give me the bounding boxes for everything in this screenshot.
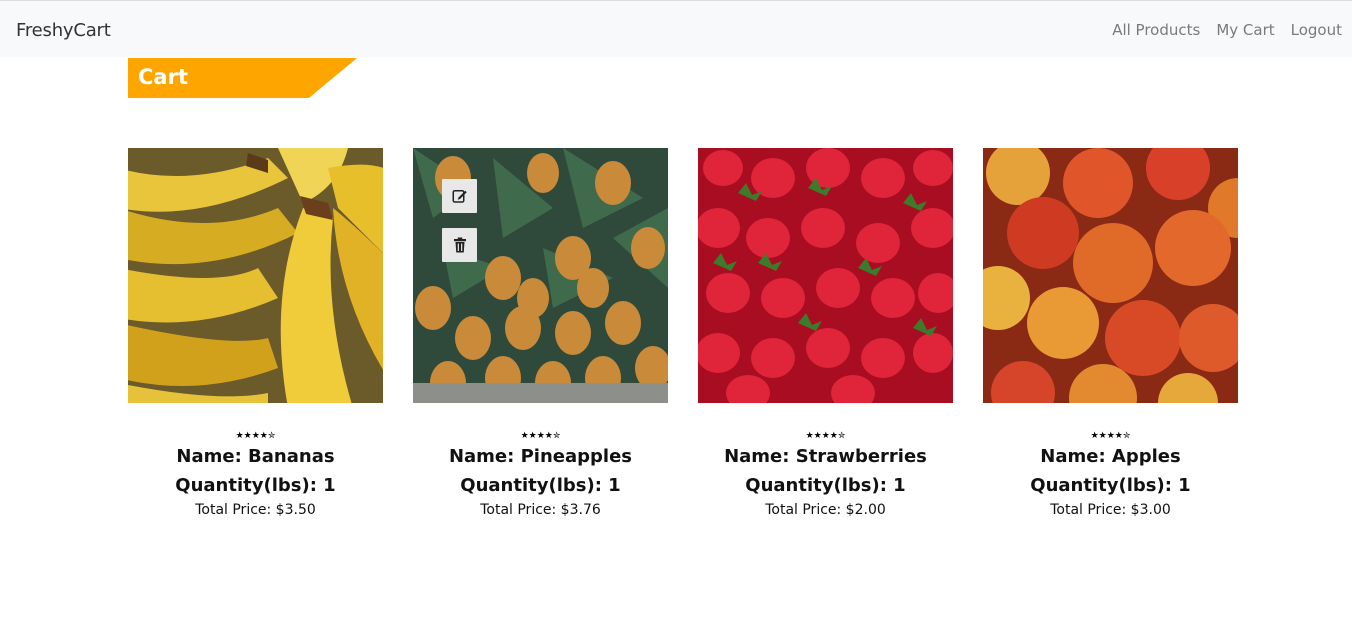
product-card-strawberries: ★★★★✮ Name: Strawberries Quantity(lbs): …: [698, 148, 953, 518]
product-image-bananas: [128, 148, 383, 403]
rating-stars: ★★★★✮: [520, 431, 561, 441]
nav-links: All Products My Cart Logout: [1112, 21, 1342, 39]
product-price: Total Price: $3.76: [480, 502, 601, 518]
product-quantity: Quantity(lbs): 1: [460, 475, 621, 496]
product-name: Name: Bananas: [176, 446, 335, 467]
product-quantity: Quantity(lbs): 1: [175, 475, 336, 496]
product-name: Name: Apples: [1040, 446, 1181, 467]
product-quantity: Quantity(lbs): 1: [1030, 475, 1191, 496]
product-price: Total Price: $3.00: [1050, 502, 1171, 518]
nav-logout[interactable]: Logout: [1291, 21, 1342, 39]
trash-icon: [453, 237, 466, 253]
rating-stars: ★★★★✮: [1090, 431, 1131, 441]
brand-logo[interactable]: FreshyCart: [16, 20, 111, 41]
nav-all-products[interactable]: All Products: [1112, 21, 1200, 39]
product-card-apples: ★★★★✮ Name: Apples Quantity(lbs): 1 Tota…: [983, 148, 1238, 518]
product-name: Name: Strawberries: [724, 446, 927, 467]
product-image-strawberries: [698, 148, 953, 403]
page-title: Cart: [138, 65, 188, 89]
product-image-apples: [983, 148, 1238, 403]
product-card-bananas: ★★★★✮ Name: Bananas Quantity(lbs): 1 Tot…: [128, 148, 383, 518]
rating-stars: ★★★★✮: [235, 431, 276, 441]
delete-button[interactable]: [442, 228, 477, 262]
page-title-banner: Cart: [128, 58, 357, 98]
edit-icon: [452, 190, 467, 203]
nav-my-cart[interactable]: My Cart: [1216, 21, 1274, 39]
product-price: Total Price: $3.50: [195, 502, 316, 518]
product-quantity: Quantity(lbs): 1: [745, 475, 906, 496]
rating-stars: ★★★★✮: [805, 431, 846, 441]
navbar: FreshyCart All Products My Cart Logout: [0, 0, 1352, 57]
product-image-pineapples: [413, 148, 668, 403]
product-name: Name: Pineapples: [448, 446, 633, 467]
product-price: Total Price: $2.00: [765, 502, 886, 518]
product-card-pineapples: ★★★★✮ Name: Pineapples Quantity(lbs): 1 …: [413, 148, 668, 518]
edit-button[interactable]: [442, 179, 477, 213]
